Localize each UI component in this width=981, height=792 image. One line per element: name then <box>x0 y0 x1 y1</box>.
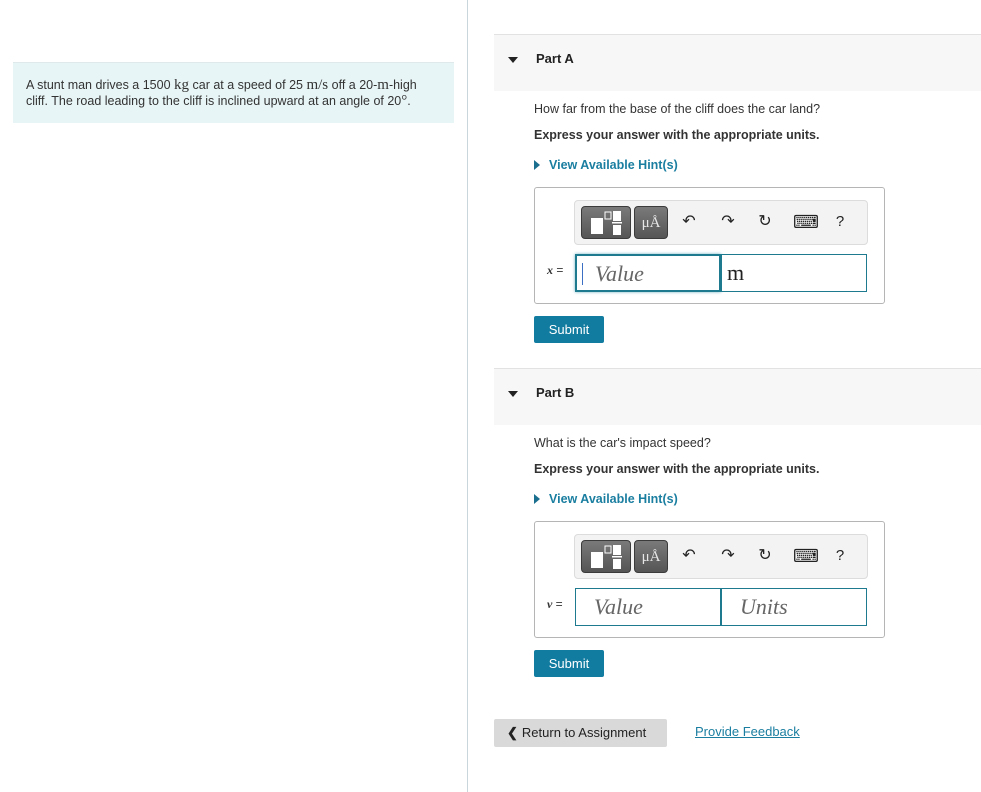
equals-sign: = <box>553 263 564 277</box>
problem-statement: A stunt man drives a 1500 kg car at a sp… <box>13 62 454 123</box>
unit-kg: kg <box>174 77 190 93</box>
keyboard-icon[interactable]: ⌨ <box>793 545 819 567</box>
help-icon[interactable]: ? <box>830 211 850 233</box>
unit-m: m <box>377 77 389 93</box>
return-to-assignment-button[interactable]: ❮ Return to Assignment <box>494 719 667 747</box>
undo-icon[interactable]: ↶ <box>679 211 699 233</box>
provide-feedback-link[interactable]: Provide Feedback <box>695 724 800 739</box>
value-input[interactable]: Value <box>575 588 721 626</box>
math-toolbar: μÅ ↶ ↷ ↻ ⌨ ? <box>574 534 868 579</box>
part-b-question: What is the car's impact speed? <box>534 436 711 450</box>
reset-icon[interactable]: ↻ <box>755 545 775 567</box>
value-placeholder: Value <box>594 594 643 619</box>
units-input[interactable]: Units <box>721 588 867 626</box>
return-label: Return to Assignment <box>521 725 647 740</box>
variable-label: x = <box>547 263 563 278</box>
units-placeholder: Units <box>740 594 788 619</box>
templates-icon <box>591 211 622 235</box>
redo-icon[interactable]: ↷ <box>718 211 738 233</box>
part-b-header[interactable]: Part B <box>494 368 981 425</box>
units-input[interactable]: m <box>721 254 867 292</box>
unit-mps: m/s <box>306 77 329 93</box>
value-input[interactable]: Value <box>575 254 721 292</box>
templates-button[interactable] <box>581 206 631 239</box>
part-a-hint-toggle[interactable]: View Available Hint(s) <box>534 158 678 172</box>
variable-label: v = <box>547 597 563 612</box>
reset-icon[interactable]: ↻ <box>755 211 775 233</box>
collapse-caret-icon[interactable] <box>508 57 518 63</box>
expand-triangle-icon <box>534 494 540 504</box>
templates-icon <box>591 545 622 569</box>
redo-icon[interactable]: ↷ <box>718 545 738 567</box>
text-cursor <box>582 263 583 285</box>
expand-triangle-icon <box>534 160 540 170</box>
part-a-submit-button[interactable]: Submit <box>534 316 604 343</box>
part-b-submit-button[interactable]: Submit <box>534 650 604 677</box>
part-b-answer-box: μÅ ↶ ↷ ↻ ⌨ ? v = Value Units <box>534 521 885 638</box>
equals-sign: = <box>552 597 563 611</box>
hint-label: View Available Hint(s) <box>549 158 678 172</box>
value-placeholder: Value <box>595 261 644 286</box>
templates-button[interactable] <box>581 540 631 573</box>
problem-pane: A stunt man drives a 1500 kg car at a sp… <box>0 0 467 792</box>
help-icon[interactable]: ? <box>830 545 850 567</box>
part-b-instruction: Express your answer with the appropriate… <box>534 462 820 476</box>
pane-divider[interactable] <box>467 0 468 792</box>
problem-text: A stunt man drives a 1500 <box>26 78 175 92</box>
problem-text: off a 20- <box>328 78 378 92</box>
chevron-left-icon: ❮ <box>507 725 518 740</box>
hint-label: View Available Hint(s) <box>549 492 678 506</box>
part-a-header[interactable]: Part A <box>494 34 981 91</box>
problem-text: car at a speed of 25 <box>189 78 307 92</box>
units-button[interactable]: μÅ <box>634 540 668 573</box>
part-a-answer-box: μÅ ↶ ↷ ↻ ⌨ ? x = Value m <box>534 187 885 304</box>
units-button[interactable]: μÅ <box>634 206 668 239</box>
part-a-title: Part A <box>536 51 574 66</box>
problem-text: . <box>407 94 411 108</box>
part-a-question: How far from the base of the cliff does … <box>534 102 821 116</box>
math-toolbar: μÅ ↶ ↷ ↻ ⌨ ? <box>574 200 868 245</box>
part-b-title: Part B <box>536 385 575 400</box>
undo-icon[interactable]: ↶ <box>679 545 699 567</box>
part-b-hint-toggle[interactable]: View Available Hint(s) <box>534 492 678 506</box>
part-a-instruction: Express your answer with the appropriate… <box>534 128 820 142</box>
keyboard-icon[interactable]: ⌨ <box>793 211 819 233</box>
collapse-caret-icon[interactable] <box>508 391 518 397</box>
